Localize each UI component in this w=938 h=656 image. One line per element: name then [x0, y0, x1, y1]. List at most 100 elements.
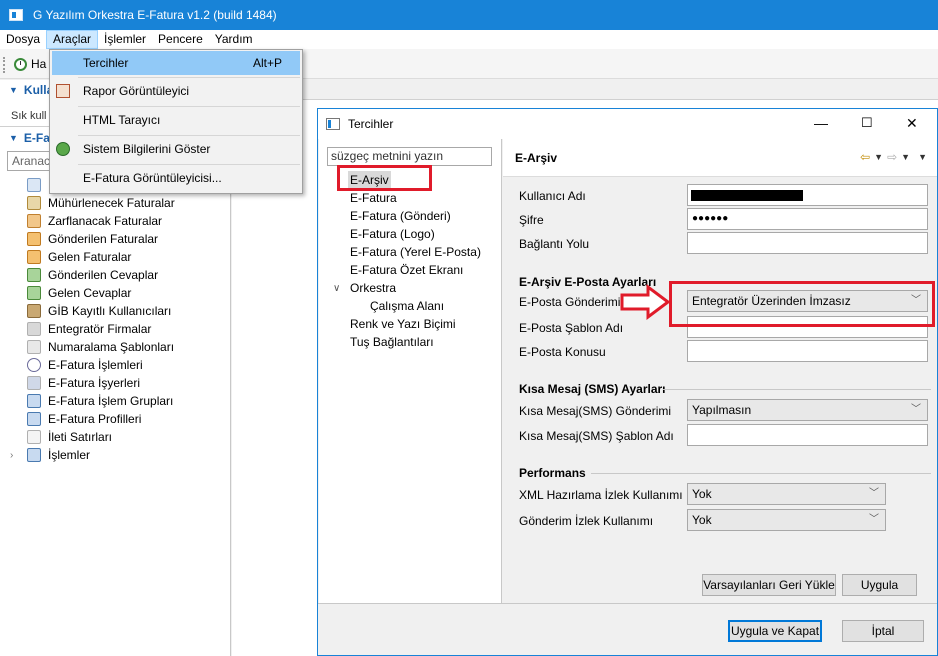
menu-item-label: HTML Tarayıcı	[83, 113, 161, 127]
apply-button[interactable]: Uygula	[842, 574, 917, 596]
group-divider	[591, 473, 931, 474]
send-thread-select[interactable]: Yok ﹀	[687, 509, 886, 531]
email-subject-field[interactable]	[687, 340, 928, 362]
back-arrow-icon[interactable]: ⇦	[860, 150, 870, 164]
document-icon	[27, 178, 41, 192]
forward-arrow-icon[interactable]: ⇨	[887, 150, 897, 164]
cancel-button[interactable]: İptal	[842, 620, 924, 642]
app-titlebar: G Yazılım Orkestra E-Fatura v1.2 (build …	[0, 0, 938, 30]
preferences-content: E-Arşiv ⇦ ▼ ⇨ ▼ ▼ Kullanıcı Adı Şifre ●●…	[503, 139, 937, 603]
dialog-title: Tercihler	[348, 117, 394, 131]
app-icon	[9, 9, 23, 21]
chevron-down-icon[interactable]: ∨	[333, 283, 340, 294]
report-icon	[56, 84, 70, 98]
magnifier-icon	[27, 358, 41, 372]
section-kullanici[interactable]: ▼ Kulla	[0, 80, 53, 100]
nav-item-efatura-logo[interactable]: E-Fatura (Logo)	[350, 225, 435, 243]
tree-item-label: Numaralama Şablonları	[48, 340, 175, 354]
connection-path-label: Bağlantı Yolu	[519, 237, 590, 251]
close-icon[interactable]: ✕	[906, 115, 918, 132]
group-divider	[663, 389, 931, 390]
history-nav: ⇦ ▼ ⇨ ▼ ▼	[860, 150, 927, 164]
menu-item-label: Tercihler	[83, 56, 129, 70]
nav-item-efatura[interactable]: E-Fatura	[350, 189, 397, 207]
invoice-out-icon	[27, 232, 41, 246]
sms-group-title: Kısa Mesaj (SMS) Ayarları	[519, 382, 666, 396]
apply-and-close-button[interactable]: Uygula ve Kapat	[728, 620, 822, 642]
sms-template-field[interactable]	[687, 424, 928, 446]
seal-icon	[27, 196, 41, 210]
password-label: Şifre	[519, 213, 544, 227]
menu-item-sistem[interactable]: Sistem Bilgilerini Göster	[52, 137, 300, 161]
performance-group-title: Performans	[519, 466, 586, 480]
maximize-icon[interactable]: ☐	[861, 115, 873, 131]
username-field[interactable]	[687, 184, 928, 206]
tree-item-label: İleti Satırları	[48, 430, 113, 444]
back-dropdown-icon[interactable]: ▼	[874, 150, 883, 164]
invoice-in-icon	[27, 250, 41, 264]
tree-item[interactable]: E-Fatura Profilleri	[0, 410, 230, 428]
sms-send-value: Yapılmasın	[692, 403, 752, 417]
sms-send-select[interactable]: Yapılmasın ﹀	[687, 399, 928, 421]
page-header: E-Arşiv ⇦ ▼ ⇨ ▼ ▼	[503, 139, 937, 177]
nav-item-orkestra[interactable]: Orkestra	[350, 279, 396, 297]
tree-item[interactable]: GİB Kayıtlı Kullanıcıları	[0, 302, 230, 320]
menu-pencere[interactable]: Pencere	[152, 30, 209, 49]
tree-item-label: İşlemler	[48, 448, 91, 462]
send-thread-value: Yok	[692, 513, 712, 527]
clock-icon	[14, 57, 27, 71]
tree-item-label: GİB Kayıtlı Kullanıcıları	[48, 304, 172, 318]
menu-separator	[78, 77, 300, 78]
restore-defaults-button[interactable]: Varsayılanları Geri Yükle	[702, 574, 836, 596]
tree-item[interactable]: Entegratör Firmalar	[0, 320, 230, 338]
xml-thread-label: XML Hazırlama İzlek Kullanımı	[519, 488, 683, 502]
nav-item-efatura-yerel[interactable]: E-Fatura (Yerel E-Posta)	[350, 243, 481, 261]
nav-item-calisma-alani[interactable]: Çalışma Alanı	[370, 297, 444, 315]
favorites-label: Sık kull	[11, 110, 47, 122]
expand-icon[interactable]: ›	[10, 450, 13, 461]
tree-item[interactable]: › İşlemler	[0, 446, 230, 464]
menu-yardim[interactable]: Yardım	[209, 30, 259, 49]
operations-icon	[27, 448, 41, 462]
nav-item-efatura-ozet[interactable]: E-Fatura Özet Ekranı	[350, 261, 463, 279]
xml-thread-select[interactable]: Yok ﹀	[687, 483, 886, 505]
tree-item[interactable]: Mühürlenecek Faturalar	[0, 194, 230, 212]
tree-item[interactable]: Gönderilen Cevaplar	[0, 266, 230, 284]
tree-item-label: Gönderilen Faturalar	[48, 232, 159, 246]
view-menu-icon[interactable]: ▼	[918, 150, 927, 164]
menu-islemler[interactable]: İşlemler	[98, 30, 152, 49]
history-button[interactable]: Ha	[14, 57, 46, 71]
menu-item-tercihler[interactable]: Tercihler Alt+P	[52, 51, 300, 75]
menu-item-goruntuleyici[interactable]: E-Fatura Görüntüleyicisi...	[52, 166, 300, 190]
menu-item-rapor[interactable]: Rapor Görüntüleyici	[52, 79, 300, 103]
menu-dosya[interactable]: Dosya	[0, 30, 46, 49]
password-field[interactable]: ●●●●●●	[687, 208, 928, 230]
connection-path-field[interactable]	[687, 232, 928, 254]
tree-item[interactable]: Numaralama Şablonları	[0, 338, 230, 356]
filter-input[interactable]: süzgeç metnini yazın	[327, 147, 492, 166]
menu-araclar[interactable]: Araçlar	[46, 30, 99, 49]
company-icon	[27, 322, 41, 336]
toolbar-grip[interactable]	[3, 57, 5, 73]
nav-item-renk[interactable]: Renk ve Yazı Biçimi	[350, 315, 456, 333]
tree-item[interactable]: E-Fatura İşlemleri	[0, 356, 230, 374]
system-info-icon	[56, 142, 70, 156]
numbering-icon	[27, 340, 41, 354]
menu-item-html[interactable]: HTML Tarayıcı	[52, 108, 300, 132]
nav-item-tus[interactable]: Tuş Bağlantıları	[350, 333, 434, 351]
tree-item[interactable]: Zarflanacak Faturalar	[0, 212, 230, 230]
tree-item[interactable]: E-Fatura İşyerleri	[0, 374, 230, 392]
tree-item[interactable]: Gelen Cevaplar	[0, 284, 230, 302]
tree-item[interactable]: Gelen Faturalar	[0, 248, 230, 266]
tree-item-label: E-Fatura İşlem Grupları	[48, 394, 174, 408]
araclar-dropdown: Tercihler Alt+P Rapor Görüntüleyici HTML…	[49, 49, 303, 194]
tree-item[interactable]: E-Fatura İşlem Grupları	[0, 392, 230, 410]
tree-item[interactable]: İleti Satırları	[0, 428, 230, 446]
tree-item[interactable]: Gönderilen Faturalar	[0, 230, 230, 248]
minimize-icon[interactable]: —	[814, 115, 828, 131]
tree-item-label: Zarflanacak Faturalar	[48, 214, 163, 228]
forward-dropdown-icon[interactable]: ▼	[901, 150, 910, 164]
tree-item-label: E-Fatura İşlemleri	[48, 358, 143, 372]
nav-item-efatura-gonderi[interactable]: E-Fatura (Gönderi)	[350, 207, 451, 225]
tree-item-label: Mühürlenecek Faturalar	[48, 196, 175, 210]
